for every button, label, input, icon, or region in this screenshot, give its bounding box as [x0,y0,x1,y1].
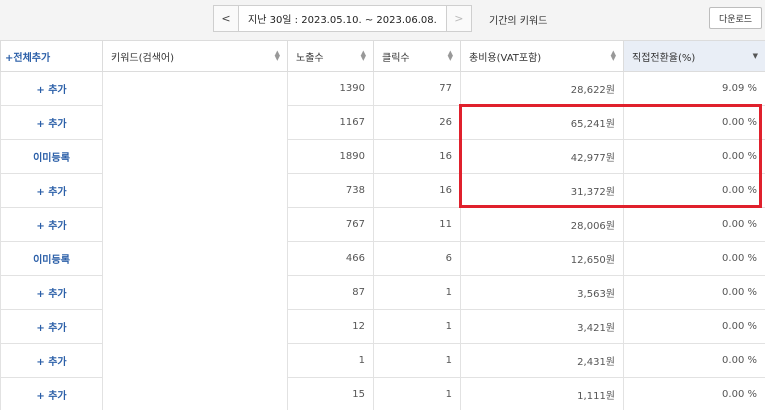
table-row: 이미등록 1890 16 42,977원 0.00 % [0,139,765,174]
cost-cell: 65,241원 [460,105,624,140]
sort-icon: ▲ ▼ [360,49,366,62]
impressions-cell: 87 [287,275,374,310]
clicks-cell: 11 [373,207,461,242]
row-action-button[interactable]: + 추가 [0,105,103,140]
row-action-button[interactable]: + 추가 [0,275,103,310]
column-header-label: 클릭수 [382,52,410,64]
table-row: + 추가 767 11 28,006원 0.00 % [0,207,765,242]
keyword-cell [102,309,288,344]
cost-cell: 3,421원 [460,309,624,344]
keyword-cell [102,207,288,242]
cost-cell: 31,372원 [460,173,624,208]
sort-icon: ▲ ▼ [447,49,453,62]
conversion-cell: 0.00 % [623,139,765,174]
impressions-cell: 1390 [287,71,374,106]
keyword-cell [102,343,288,378]
sort-icon: ▲ ▼ [610,49,616,62]
clicks-cell: 77 [373,71,461,106]
conversion-cell: 0.00 % [623,377,765,410]
row-action-button[interactable]: + 추가 [0,173,103,208]
cost-cell: 2,431원 [460,343,624,378]
conversion-cell: 0.00 % [623,173,765,208]
impressions-cell: 466 [287,241,374,276]
column-header-impressions[interactable]: 노출수 ▲ ▼ [287,40,374,72]
clicks-cell: 16 [373,139,461,174]
table-row: + 추가 12 1 3,421원 0.00 % [0,309,765,344]
toolbar: < 지난 30일 : 2023.05.10. ~ 2023.06.08. > 기… [0,0,765,40]
column-header-clicks[interactable]: 클릭수 ▲ ▼ [373,40,461,72]
column-header-label: 키워드(검색어) [111,52,175,64]
conversion-cell: 0.00 % [623,309,765,344]
table-row: 이미등록 466 6 12,650원 0.00 % [0,241,765,276]
impressions-cell: 1167 [287,105,374,140]
conversion-cell: 0.00 % [623,207,765,242]
column-header-label: 직접전환율(%) [632,52,696,64]
table-row: + 추가 15 1 1,111원 0.00 % [0,377,765,410]
column-header-cost[interactable]: 총비용(VAT포함) ▲ ▼ [460,40,624,72]
cost-cell: 12,650원 [460,241,624,276]
next-period-button[interactable]: > [445,5,472,32]
keyword-cell [102,105,288,140]
column-header-keyword[interactable]: 키워드(검색어) ▲ ▼ [102,40,288,72]
impressions-cell: 12 [287,309,374,344]
row-action-button[interactable]: + 추가 [0,71,103,106]
conversion-cell: 0.00 % [623,241,765,276]
keyword-cell [102,275,288,310]
table-row: + 추가 87 1 3,563원 0.00 % [0,275,765,310]
row-action-button[interactable]: 이미등록 [0,139,103,174]
clicks-cell: 1 [373,309,461,344]
table-header-row: +전체추가 키워드(검색어) ▲ ▼ 노출수 ▲ ▼ 클릭수 ▲ ▼ 총비용(VAT포함) ▲… [0,40,765,72]
cost-cell: 42,977원 [460,139,624,174]
cost-cell: 28,622원 [460,71,624,106]
conversion-cell: 9.09 % [623,71,765,106]
keyword-cell [102,139,288,174]
keyword-cell [102,173,288,208]
row-action-button[interactable]: + 추가 [0,343,103,378]
table-row: + 추가 738 16 31,372원 0.00 % [0,173,765,208]
date-navigator: < 지난 30일 : 2023.05.10. ~ 2023.06.08. > [213,5,472,32]
keyword-cell [102,241,288,276]
row-action-button[interactable]: + 추가 [0,377,103,410]
clicks-cell: 1 [373,275,461,310]
period-title: 기간의 키워드 [489,16,548,27]
download-button[interactable]: 다운로드 [709,7,762,29]
conversion-cell: 0.00 % [623,275,765,310]
keyword-cell [102,377,288,410]
impressions-cell: 15 [287,377,374,410]
conversion-cell: 0.00 % [623,105,765,140]
impressions-cell: 738 [287,173,374,208]
clicks-cell: 1 [373,343,461,378]
conversion-cell: 0.00 % [623,343,765,378]
impressions-cell: 767 [287,207,374,242]
date-range-label: 지난 30일 : 2023.05.10. ~ 2023.06.08. [239,5,446,32]
keyword-cell [102,71,288,106]
column-header-label: 노출수 [296,52,324,64]
cost-cell: 3,563원 [460,275,624,310]
table-row: + 추가 1167 26 65,241원 0.00 % [0,105,765,140]
impressions-cell: 1890 [287,139,374,174]
table-row: + 추가 1 1 2,431원 0.00 % [0,343,765,378]
clicks-cell: 6 [373,241,461,276]
row-action-button[interactable]: + 추가 [0,207,103,242]
cost-cell: 1,111원 [460,377,624,410]
cost-cell: 28,006원 [460,207,624,242]
clicks-cell: 26 [373,105,461,140]
table-row: + 추가 1390 77 28,622원 9.09 % [0,71,765,106]
keyword-table: +전체추가 키워드(검색어) ▲ ▼ 노출수 ▲ ▼ 클릭수 ▲ ▼ 총비용(VAT포함) ▲… [0,40,765,410]
column-header-conversion[interactable]: 직접전환율(%) ▼ [623,40,765,72]
impressions-cell: 1 [287,343,374,378]
prev-period-button[interactable]: < [213,5,239,32]
sort-desc-icon: ▼ [752,52,758,60]
row-action-button[interactable]: + 추가 [0,309,103,344]
clicks-cell: 1 [373,377,461,410]
sort-icon: ▲ ▼ [274,49,280,62]
add-all-button[interactable]: +전체추가 [0,40,103,72]
row-action-button[interactable]: 이미등록 [0,241,103,276]
column-header-label: 총비용(VAT포함) [469,52,542,64]
clicks-cell: 16 [373,173,461,208]
